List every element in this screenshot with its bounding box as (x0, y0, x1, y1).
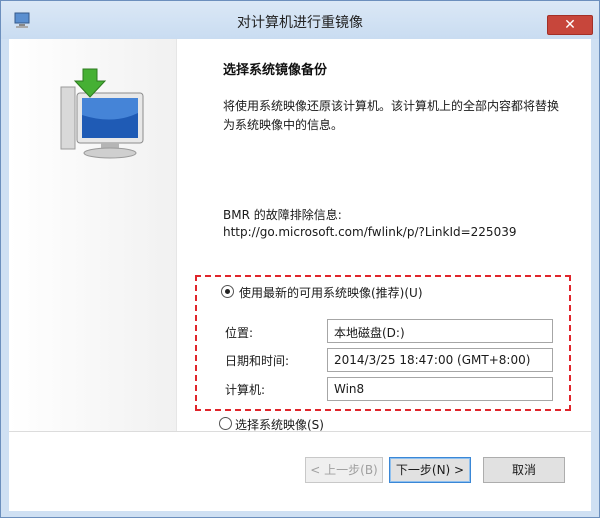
next-button[interactable]: 下一步(N) > (389, 457, 471, 483)
dialog-window: 对计算机进行重镜像 ✕ 选择系统镜像备份 将使用系统映像还原该计算机。该计算机上… (0, 0, 600, 518)
title-bar: 对计算机进行重镜像 ✕ (1, 1, 599, 39)
bmr-info-link[interactable]: http://go.microsoft.com/fwlink/p/?LinkId… (223, 225, 516, 239)
computer-label: 计算机: (225, 383, 266, 397)
close-button[interactable]: ✕ (547, 15, 593, 35)
back-button[interactable]: < 上一步(B) (305, 457, 383, 483)
cancel-button[interactable]: 取消 (483, 457, 565, 483)
datetime-label: 日期和时间: (225, 354, 290, 368)
window-title: 对计算机进行重镜像 (237, 15, 363, 31)
datetime-field: 2014/3/25 18:47:00 (GMT+8:00) (327, 348, 553, 372)
bmr-info-label: BMR 的故障排除信息: (223, 208, 342, 222)
location-label: 位置: (225, 326, 254, 340)
computer-field: Win8 (327, 377, 553, 401)
dialog-client-area: 选择系统镜像备份 将使用系统映像还原该计算机。该计算机上的全部内容都将替换为系统… (9, 39, 591, 511)
description-text: 将使用系统映像还原该计算机。该计算机上的全部内容都将替换为系统映像中的信息。 (223, 99, 560, 132)
latest-image-radio-label[interactable]: 使用最新的可用系统映像(推荐)(U) (239, 284, 423, 301)
page-heading: 选择系统镜像备份 (223, 63, 328, 78)
left-banner (9, 39, 177, 445)
location-field: 本地磁盘(D:) (327, 319, 553, 343)
computer-restore-icon (60, 68, 144, 159)
latest-image-radio[interactable] (221, 285, 234, 298)
choose-image-radio[interactable] (219, 417, 232, 430)
